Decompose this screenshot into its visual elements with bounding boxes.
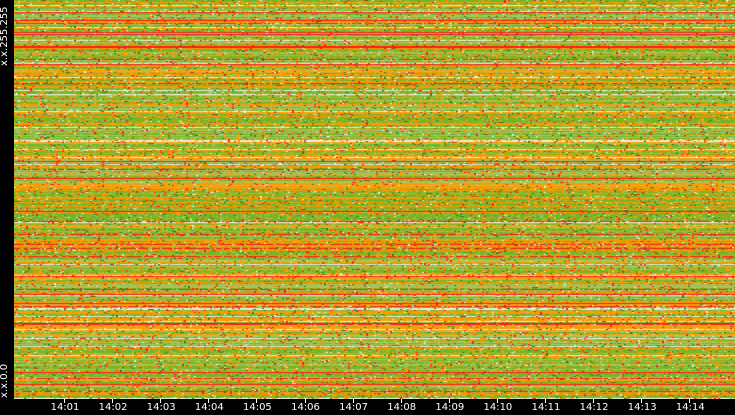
x-tick-label: 14:05 xyxy=(242,402,272,413)
x-tick-label: 14:11 xyxy=(531,402,561,413)
heatmap-canvas xyxy=(14,0,735,399)
x-tick-label: 14:07 xyxy=(339,402,369,413)
y-label-bottom: x.x.0.0 xyxy=(0,363,10,398)
x-tick-label: 14:01 xyxy=(50,402,80,413)
y-axis: x.x.255.255 x.x.0.0 xyxy=(0,0,14,415)
x-tick-label: 14:06 xyxy=(291,402,320,413)
x-tick-label: 14:14 xyxy=(675,402,705,413)
x-tick-label: 14:04 xyxy=(194,402,224,413)
x-tick-label: 14:02 xyxy=(98,402,128,413)
x-axis: 14:01 14:02 14:03 14:04 14:05 14:06 14:07 14:08… xyxy=(0,399,735,415)
x-tick-label: 14:12 xyxy=(579,402,609,413)
x-tick-label: 14:08 xyxy=(387,402,417,413)
x-tick-label: 14:09 xyxy=(435,402,465,413)
x-tick-label: 14:03 xyxy=(146,402,176,413)
y-label-top: x.x.255.255 xyxy=(0,6,10,66)
x-tick-label: 14:10 xyxy=(483,402,513,413)
x-tick-label: 14:13 xyxy=(627,402,657,413)
